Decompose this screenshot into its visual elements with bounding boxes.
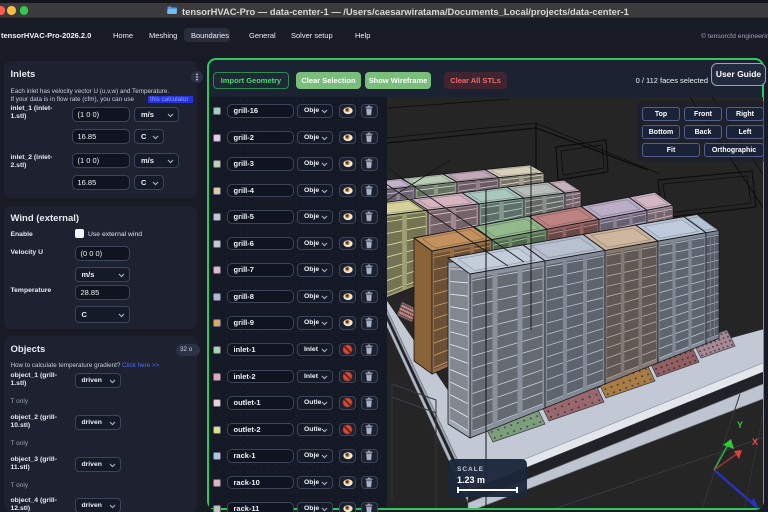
- svg-text:Y: Y: [737, 420, 743, 430]
- svg-text:X: X: [752, 437, 758, 447]
